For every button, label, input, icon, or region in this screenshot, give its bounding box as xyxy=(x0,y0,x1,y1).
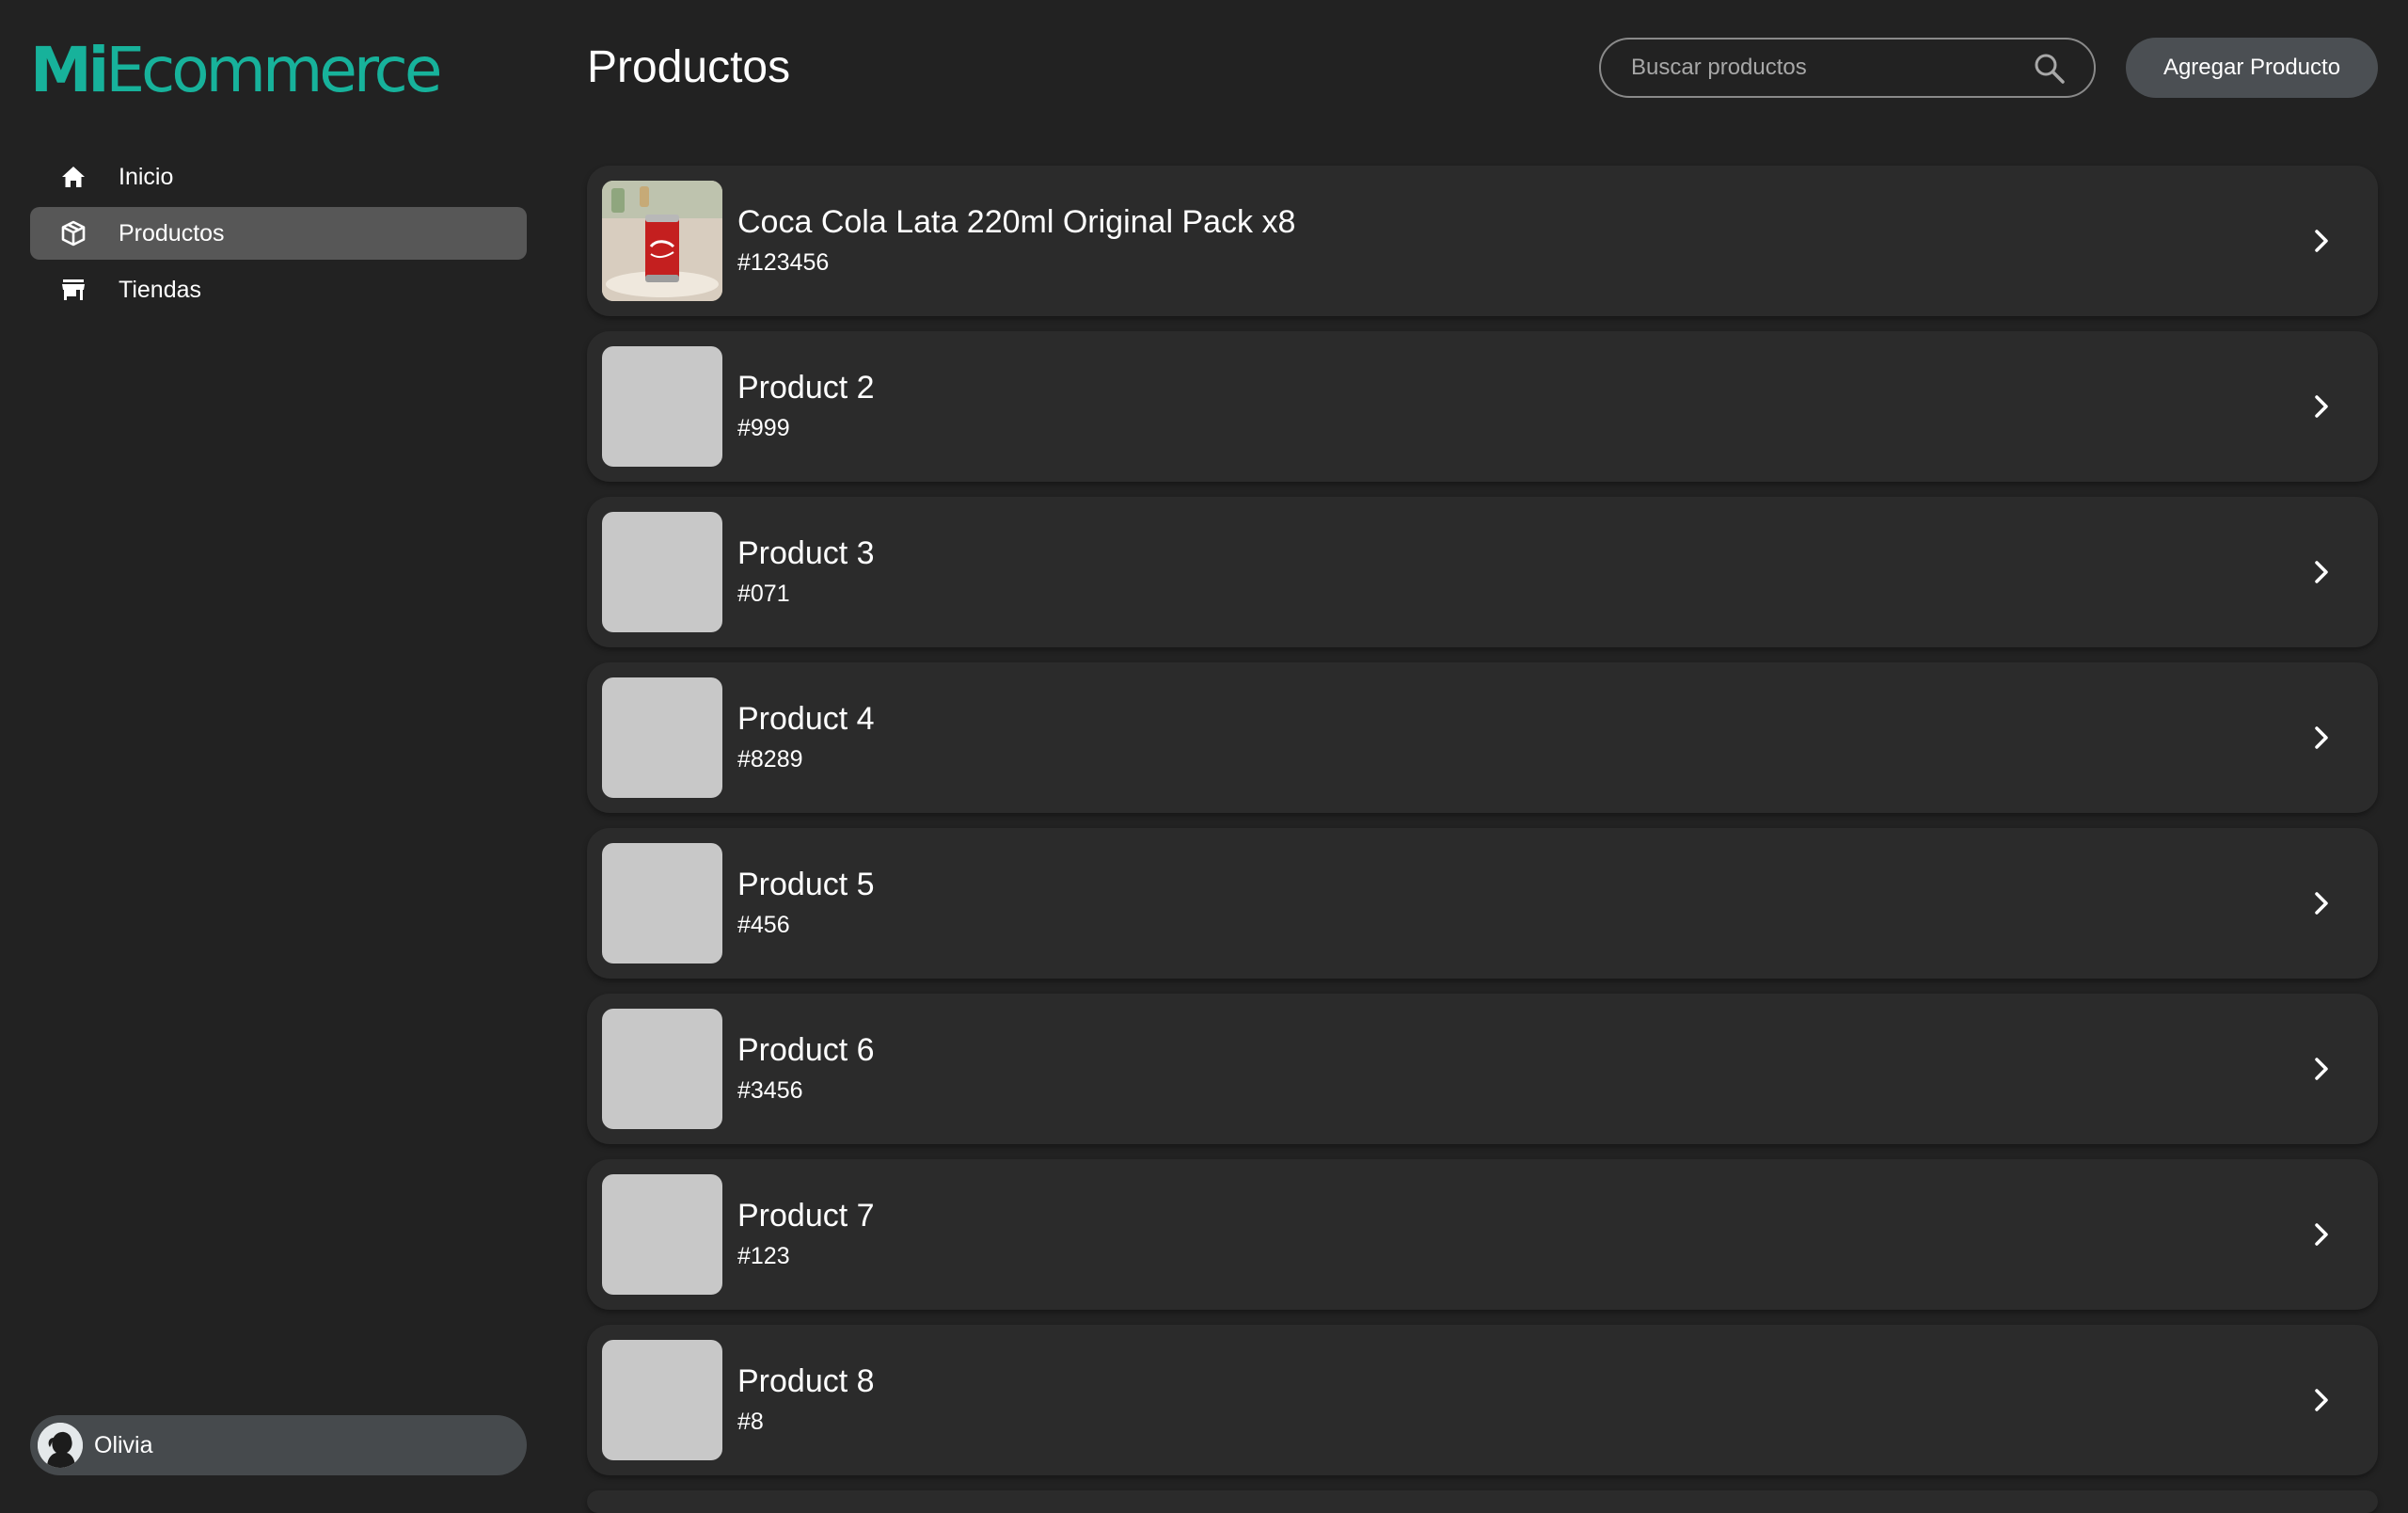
product-id: #8 xyxy=(737,1409,764,1435)
sidebar-item-productos[interactable]: Productos xyxy=(30,207,527,260)
product-image xyxy=(602,181,722,301)
sidebar-item-tiendas[interactable]: Tiendas xyxy=(30,263,527,316)
product-name: Product 2 xyxy=(737,370,875,406)
product-id: #123456 xyxy=(737,249,830,276)
list-item[interactable]: Product 5 #456 xyxy=(587,828,2378,979)
list-item[interactable]: Product 8 #8 xyxy=(587,1325,2378,1475)
product-image-placeholder xyxy=(602,1009,722,1129)
sidebar-item-label: Inicio xyxy=(119,163,174,190)
product-list: Coca Cola Lata 220ml Original Pack x8 #1… xyxy=(587,166,2378,1513)
list-item[interactable]: Product 7 #123 xyxy=(587,1159,2378,1310)
list-item[interactable]: Product 3 #071 xyxy=(587,497,2378,647)
list-item[interactable]: Product 2 #999 xyxy=(587,331,2378,482)
sidebar-item-label: Productos xyxy=(119,219,225,247)
add-product-button[interactable]: Agregar Producto xyxy=(2126,38,2378,98)
list-item[interactable]: Product 6 #3456 xyxy=(587,994,2378,1144)
product-id: #456 xyxy=(737,912,790,938)
sidebar-item-inicio[interactable]: Inicio xyxy=(30,151,527,203)
chevron-right-icon xyxy=(2303,884,2340,922)
chevron-right-icon xyxy=(2303,222,2340,260)
product-image-placeholder xyxy=(602,512,722,632)
product-name: Product 8 xyxy=(737,1363,875,1399)
list-item[interactable]: Coca Cola Lata 220ml Original Pack x8 #1… xyxy=(587,166,2378,316)
product-id: #3456 xyxy=(737,1077,803,1104)
product-image-placeholder xyxy=(602,346,722,467)
product-name: Product 3 xyxy=(737,535,875,571)
main-content: Productos Agregar Producto xyxy=(587,0,2378,1513)
product-image-placeholder xyxy=(602,1340,722,1460)
app-logo[interactable]: MiEcommerce xyxy=(30,28,442,113)
list-item[interactable]: Product 4 #8289 xyxy=(587,662,2378,813)
product-name: Coca Cola Lata 220ml Original Pack x8 xyxy=(737,204,1296,240)
search-box xyxy=(1599,38,2096,98)
user-profile-button[interactable]: Olivia xyxy=(30,1415,527,1475)
home-icon xyxy=(60,164,87,190)
user-name: Olivia xyxy=(94,1431,153,1458)
store-icon xyxy=(60,277,87,303)
product-name: Product 4 xyxy=(737,701,875,737)
product-image-placeholder xyxy=(602,1174,722,1295)
sidebar: MiEcommerce Inicio Productos Tiendas Oli… xyxy=(0,0,557,1505)
page-title: Productos xyxy=(587,42,791,92)
box-icon xyxy=(60,220,87,247)
product-image-placeholder xyxy=(602,677,722,798)
chevron-right-icon xyxy=(2303,553,2340,591)
product-image-placeholder xyxy=(602,843,722,964)
search-input[interactable] xyxy=(1629,40,2024,96)
product-name: Product 6 xyxy=(737,1032,875,1068)
chevron-right-icon xyxy=(2303,719,2340,756)
product-id: #8289 xyxy=(737,746,803,772)
product-id: #123 xyxy=(737,1243,790,1269)
chevron-right-icon xyxy=(2303,1216,2340,1253)
product-id: #999 xyxy=(737,415,790,441)
list-item-partial[interactable] xyxy=(587,1490,2378,1513)
product-name: Product 7 xyxy=(737,1198,875,1234)
product-name: Product 5 xyxy=(737,867,875,902)
product-id: #071 xyxy=(737,581,790,607)
avatar xyxy=(38,1423,83,1468)
search-icon[interactable] xyxy=(2034,53,2066,85)
sidebar-item-label: Tiendas xyxy=(119,276,202,303)
chevron-right-icon xyxy=(2303,1381,2340,1419)
chevron-right-icon xyxy=(2303,388,2340,425)
sidebar-nav: Inicio Productos Tiendas xyxy=(30,151,527,320)
chevron-right-icon xyxy=(2303,1050,2340,1088)
